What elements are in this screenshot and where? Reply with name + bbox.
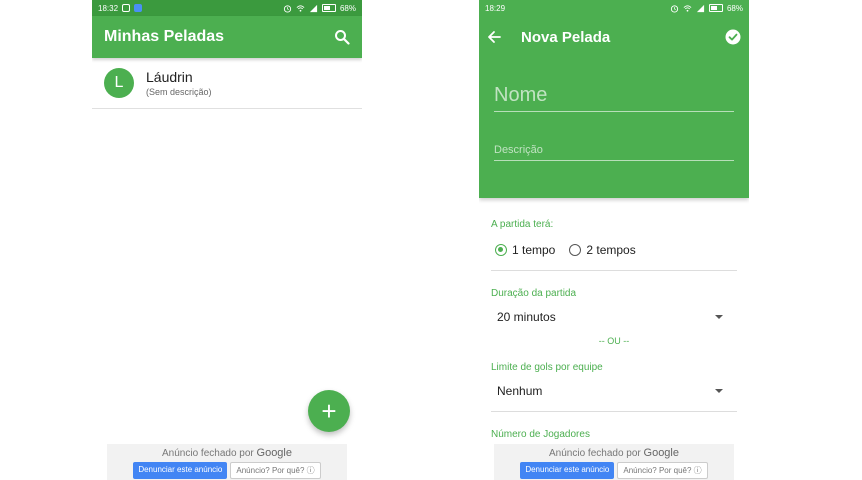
check-circle-icon[interactable] — [725, 29, 741, 45]
duration-select[interactable]: 20 minutos — [497, 310, 737, 324]
signal-icon — [309, 4, 318, 12]
two-halves-option[interactable]: 2 tempos — [569, 243, 636, 257]
radio-unchecked-icon — [569, 244, 582, 256]
status-time: 18:32 — [98, 3, 119, 13]
signal-icon — [696, 4, 705, 12]
ad-closed-label: Anúncio fechado por — [549, 448, 641, 459]
players-label: Número de Jogadores — [491, 429, 590, 440]
list-item[interactable]: L Láudrin (Sem descrição) — [92, 58, 362, 109]
status-bar: 18:32 68% — [92, 0, 362, 16]
item-subtitle: (Sem descrição) — [146, 87, 212, 97]
or-separator: -- OU -- — [598, 336, 630, 346]
radio-checked-icon — [495, 244, 507, 256]
one-half-label: 1 tempo — [512, 243, 556, 257]
form-header: 18:29 68% Nova Pelada Nome Descrição — [479, 0, 749, 198]
why-ad-button[interactable]: Anúncio? Por quê? ⓘ — [617, 462, 708, 479]
search-icon[interactable] — [334, 29, 350, 45]
battery-percent: 68% — [339, 3, 356, 13]
status-bar: 18:29 68% — [479, 0, 749, 16]
google-logo: Google — [643, 447, 679, 459]
add-button[interactable]: + — [308, 390, 350, 432]
wifi-icon — [683, 4, 692, 12]
wifi-icon — [296, 4, 305, 12]
google-logo: Google — [256, 447, 292, 459]
alarm-icon — [670, 4, 679, 13]
battery-icon — [708, 4, 723, 12]
divider — [491, 411, 737, 412]
duration-value: 20 minutos — [497, 310, 556, 324]
avatar: L — [104, 68, 134, 98]
one-half-option[interactable]: 1 tempo — [495, 243, 555, 257]
why-ad-button[interactable]: Anúncio? Por quê? ⓘ — [230, 462, 321, 479]
players-section: Número de Jogadores — [479, 429, 749, 440]
my-games-screen: 18:32 68% Minhas Peladas L Láudrin (Sem … — [92, 0, 362, 480]
duration-label: Duração da partida — [491, 288, 577, 299]
notification-icon — [122, 4, 131, 12]
ad-closed-label: Anúncio fechado por — [162, 448, 254, 459]
goals-section: Limite de gols por equipe Nenhum — [479, 362, 749, 398]
divider — [491, 270, 737, 271]
duration-section: Duração da partida 20 minutos -- OU -- — [479, 288, 749, 346]
dropdown-arrow-icon — [715, 389, 723, 393]
match-label: A partida terá: — [491, 219, 554, 230]
report-ad-button[interactable]: Denunciar este anúncio — [520, 462, 615, 479]
ad-banner: Anúncio fechado por Google Denunciar est… — [107, 444, 347, 480]
battery-percent: 68% — [726, 3, 743, 13]
battery-icon — [321, 4, 336, 12]
goals-label: Limite de gols por equipe — [491, 362, 603, 373]
two-halves-label: 2 tempos — [586, 243, 636, 257]
alarm-icon — [283, 4, 292, 13]
goals-value: Nenhum — [497, 384, 543, 398]
page-title: Minhas Peladas — [104, 28, 225, 45]
app-bar: Minhas Peladas — [92, 16, 362, 58]
back-arrow-icon[interactable] — [487, 30, 501, 44]
item-title: Láudrin — [146, 69, 193, 85]
ad-closed-text: Anúncio fechado por Google — [107, 447, 347, 459]
report-ad-button[interactable]: Denunciar este anúncio — [133, 462, 228, 479]
description-field[interactable]: Descrição — [494, 144, 734, 161]
ad-closed-text: Anúncio fechado por Google — [494, 447, 734, 459]
new-game-screen: 18:29 68% Nova Pelada Nome Descrição A p… — [479, 0, 749, 480]
status-time: 18:29 — [485, 3, 506, 13]
app-notification-icon — [134, 4, 143, 12]
name-field[interactable]: Nome — [494, 84, 734, 112]
toolbar: Nova Pelada — [479, 16, 749, 58]
dropdown-arrow-icon — [715, 315, 723, 319]
ad-banner: Anúncio fechado por Google Denunciar est… — [494, 444, 734, 480]
goals-select[interactable]: Nenhum — [497, 384, 737, 398]
page-title: Nova Pelada — [521, 28, 611, 46]
match-section: A partida terá: 1 tempo 2 tempos — [479, 219, 749, 257]
